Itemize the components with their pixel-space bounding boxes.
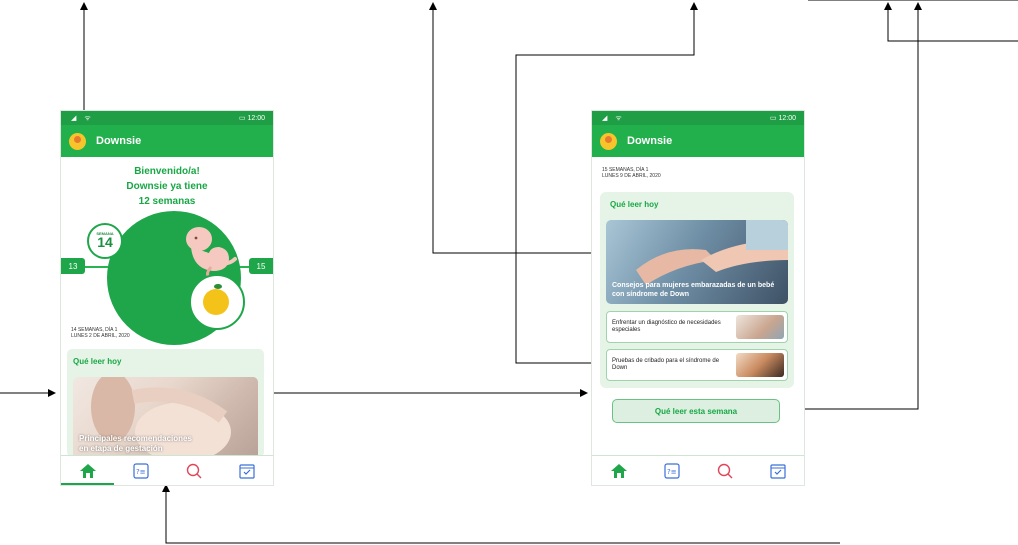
bottom-navigation: ?≡ bbox=[61, 455, 273, 485]
read-this-week-button[interactable]: Qué leer esta semana bbox=[612, 399, 780, 423]
consultation-thumbnail bbox=[736, 315, 784, 339]
featured-caption: Consejos para mujeres embarazadas de un … bbox=[612, 282, 775, 298]
connector-topright bbox=[884, 2, 1018, 42]
current-date: 14 SEMANAS, DÍA 1 LUNES 2 DE ABRIL, 2020 bbox=[61, 327, 130, 339]
search-icon bbox=[186, 463, 201, 478]
read-today-title: Qué leer hoy bbox=[73, 357, 122, 366]
connector-bottom bbox=[162, 484, 840, 544]
status-bar: ◢ ᯤ ▭ 12:00 bbox=[592, 111, 804, 125]
week-number: 14 bbox=[97, 234, 113, 250]
home-icon bbox=[79, 463, 96, 478]
faq-tab[interactable]: ?≡ bbox=[662, 462, 682, 480]
faq-icon: ?≡ bbox=[132, 462, 149, 479]
faq-tab[interactable]: ?≡ bbox=[131, 462, 151, 480]
read-today-card: Qué leer hoy Consejos para mujeres embar… bbox=[600, 192, 794, 388]
article-caption-line-2: en etapa de gestación bbox=[79, 444, 163, 453]
app-title: Downsie bbox=[627, 135, 673, 147]
calendar-tab[interactable] bbox=[768, 462, 788, 480]
welcome-line-2: Downsie ya tiene bbox=[126, 181, 208, 192]
fetus-icon bbox=[186, 227, 237, 279]
article-caption-line-1: Principales recomendaciones bbox=[79, 434, 192, 443]
read-today-title: Qué leer hoy bbox=[610, 200, 659, 209]
app-bar: Downsie bbox=[592, 125, 804, 157]
phone-screen-reading: ◢ ᯤ ▭ 12:00 Downsie 15 SEMANAS, DÍA 1 LU… bbox=[592, 111, 804, 485]
next-week-button[interactable]: 15 bbox=[249, 258, 273, 274]
app-title: Downsie bbox=[96, 135, 142, 147]
article-card-screening[interactable]: Pruebas de cribado para el síndrome de D… bbox=[606, 349, 788, 381]
signal-wifi-icon: ◢ ᯤ bbox=[71, 114, 94, 122]
current-date: 15 SEMANAS, DÍA 1 LUNES 9 DE ABRIL, 2020 bbox=[592, 167, 804, 179]
svg-text:?≡: ?≡ bbox=[136, 468, 146, 476]
date-day: LUNES 2 DE ABRIL, 2020 bbox=[71, 333, 130, 339]
fruit-badge bbox=[189, 274, 245, 330]
week-badge: SEMANA 14 bbox=[87, 223, 123, 259]
svg-text:?≡: ?≡ bbox=[667, 468, 677, 476]
read-today-card: Qué leer hoy Principales recomendaciones… bbox=[67, 349, 264, 457]
welcome-line-1: Bienvenido/a! bbox=[134, 166, 200, 177]
active-tab-indicator bbox=[61, 483, 114, 485]
bottom-navigation: ?≡ bbox=[592, 455, 804, 485]
battery-time: ▭ 12:00 bbox=[769, 115, 796, 122]
article-card-diagnosis[interactable]: Enfrentar un diagnóstico de necesidades … bbox=[606, 311, 788, 343]
avatar[interactable] bbox=[600, 132, 617, 150]
calendar-icon bbox=[238, 463, 255, 479]
search-icon bbox=[717, 463, 732, 478]
featured-article[interactable]: Consejos para mujeres embarazadas de un … bbox=[606, 220, 788, 304]
welcome-message: Bienvenido/a! Downsie ya tiene 12 semana… bbox=[61, 164, 273, 209]
date-day: LUNES 9 DE ABRIL, 2020 bbox=[602, 173, 661, 179]
app-bar: Downsie bbox=[61, 125, 273, 157]
lemon-icon bbox=[203, 289, 229, 315]
status-bar: ◢ ᯤ ▭ 12:00 bbox=[61, 111, 273, 125]
signal-wifi-icon: ◢ ᯤ bbox=[602, 114, 625, 122]
avatar[interactable] bbox=[69, 132, 86, 150]
week-tracker: 13 15 Tamaño: 8,7 cm SEMANA 14 bbox=[61, 211, 273, 345]
leaf-icon bbox=[214, 284, 222, 289]
article-title: Pruebas de cribado para el síndrome de D… bbox=[612, 358, 720, 371]
calendar-icon bbox=[769, 463, 786, 479]
article-card[interactable]: Principales recomendaciones en etapa de … bbox=[73, 377, 258, 457]
prev-week-button[interactable]: 13 bbox=[61, 258, 85, 274]
home-icon bbox=[610, 463, 627, 478]
calendar-tab[interactable] bbox=[237, 462, 257, 480]
phone-screen-home: ◢ ᯤ ▭ 12:00 Downsie Bienvenido/a! Downsi… bbox=[61, 111, 273, 485]
article-title: Enfrentar un diagnóstico de necesidades … bbox=[612, 320, 721, 333]
home-tab[interactable] bbox=[609, 462, 629, 480]
article-caption: Principales recomendaciones en etapa de … bbox=[79, 434, 192, 454]
home-tab[interactable] bbox=[78, 462, 98, 480]
search-tab[interactable] bbox=[184, 462, 204, 480]
welcome-line-3: 12 semanas bbox=[138, 196, 196, 207]
faq-icon: ?≡ bbox=[663, 462, 680, 479]
search-tab[interactable] bbox=[715, 462, 735, 480]
ultrasound-thumbnail bbox=[736, 353, 784, 377]
battery-time: ▭ 12:00 bbox=[238, 115, 265, 122]
